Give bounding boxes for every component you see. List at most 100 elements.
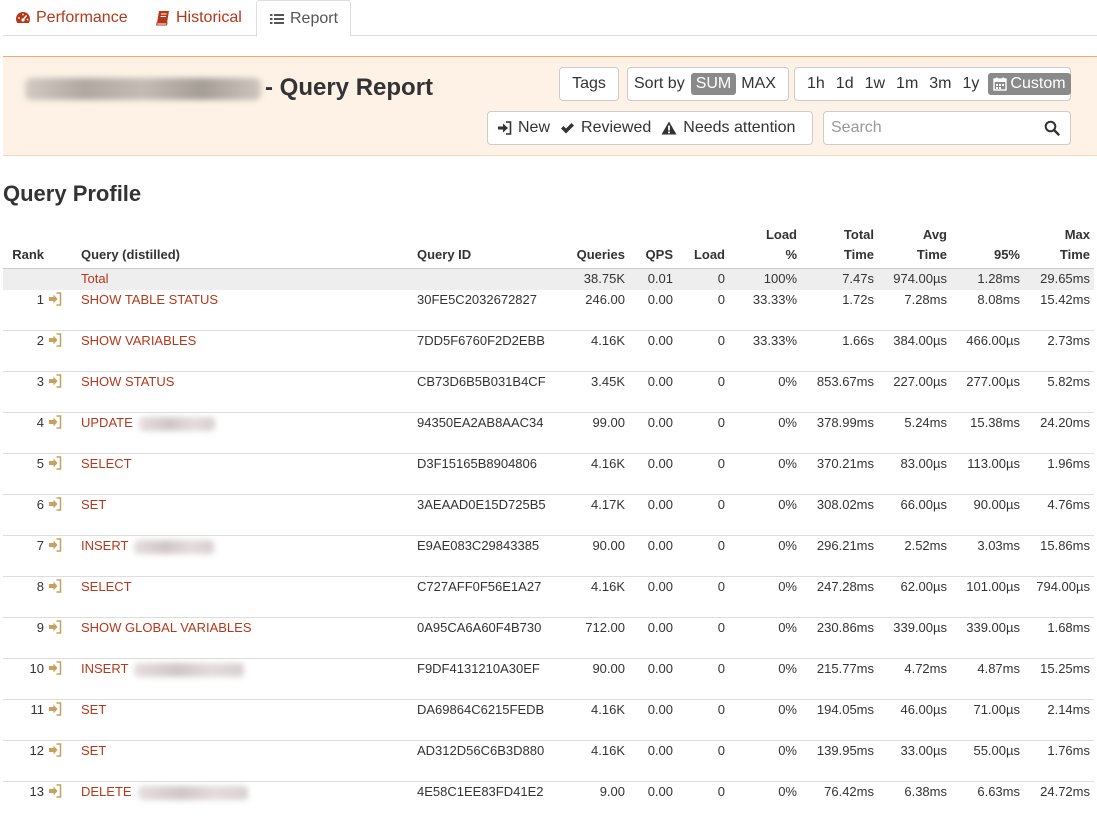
sign-in-icon[interactable] [48,743,62,757]
col-total-time[interactable]: Total Time [801,225,878,269]
query-link[interactable]: DELETE [81,784,132,799]
rank-cell: 1 [36,291,44,307]
query-cell: DELETE [81,781,417,823]
col-load-pct[interactable]: Load% [729,225,801,269]
icon-cell [48,330,81,372]
avg-time-cell: 66.00µs [878,494,951,536]
range-1m-button[interactable]: 1m [891,73,923,95]
table-row[interactable]: 9 SHOW GLOBAL VARIABLES 0A95CA6A60F4B730 71… [3,617,1094,659]
sign-in-icon[interactable] [48,579,62,593]
table-row[interactable]: 10 INSERT F9DF4131210A30EF 90.00 0.00 0 0% 215.… [3,658,1094,700]
sort-control: Sort by SUM MAX [627,67,789,101]
sort-max-button[interactable]: MAX [736,73,781,95]
filter-new-button[interactable]: New [497,119,550,137]
sign-in-icon[interactable] [48,291,62,306]
query-link[interactable]: INSERT [81,538,128,553]
load-pct-cell: 0% [729,453,801,495]
table-row[interactable]: 4 UPDATE 94350EA2AB8AAC34 99.00 0.00 0 0% 378.9… [3,412,1094,454]
sign-in-icon[interactable] [48,538,62,552]
query-link[interactable]: SHOW TABLE STATUS [81,292,218,307]
sign-in-icon[interactable] [48,374,62,388]
table-row[interactable]: 6 SET 3AEAAD0E15D725B5 4.17K 0.00 0 0% 308.02ms… [3,494,1094,536]
col-load[interactable]: Load [677,225,729,269]
query-link[interactable]: UPDATE [81,415,133,430]
tab-report[interactable]: Report [256,0,351,37]
query-link[interactable]: SELECT [81,579,132,594]
range-custom-button[interactable]: Custom [988,73,1071,95]
max-time-cell: 1.68ms [1024,617,1094,659]
rank-cell: 10 [3,658,48,700]
tab-historical[interactable]: Historical [155,0,242,36]
table-row[interactable]: 7 INSERT E9AE083C29843385 90.00 0.00 0 0% 296.2… [3,535,1094,577]
table-row[interactable]: 12 SET AD312D56C6B3D880 4.16K 0.00 0 0% 139.95m… [3,740,1094,782]
query-link[interactable]: SHOW GLOBAL VARIABLES [81,620,252,635]
total-avg-time: 974.00µs [878,268,951,290]
sign-in-icon[interactable] [48,333,62,347]
query-link[interactable]: INSERT [81,661,128,676]
total-label[interactable]: Total [81,268,417,290]
filter-needs-attention-button[interactable]: Needs attention [661,119,795,137]
query-link[interactable]: SELECT [81,456,132,471]
col-p95[interactable]: 95% [951,225,1024,269]
total-time-cell: 139.95ms [801,740,878,782]
query-link[interactable]: SHOW STATUS [81,374,174,389]
query-profile-table: Rank Query (distilled) Query ID Queries … [3,225,1094,823]
p95-cell: 6.63ms [951,781,1024,823]
load-pct-cell: 0% [729,699,801,741]
range-1h-button[interactable]: 1h [802,73,830,95]
tags-button[interactable]: Tags [559,67,619,101]
range-1y-button[interactable]: 1y [958,73,985,95]
search-input[interactable] [824,112,1034,144]
query-link[interactable]: SHOW VARIABLES [81,333,196,348]
total-icon-cell [48,268,81,290]
col-avg-time[interactable]: Avg Time [878,225,951,269]
range-1d-button[interactable]: 1d [831,73,859,95]
max-time-cell: 15.42ms [1040,291,1090,307]
query-link[interactable]: SET [81,497,106,512]
avg-time-cell: 46.00µs [878,699,951,741]
custom-label: Custom [1010,75,1066,92]
query-link[interactable]: SET [81,702,106,717]
range-3m-button[interactable]: 3m [924,73,956,95]
sort-sum-button[interactable]: SUM [690,73,737,95]
tab-performance[interactable]: Performance [15,0,128,36]
sign-in-icon[interactable] [48,456,62,470]
col-qps[interactable]: QPS [629,225,677,269]
col-max-time[interactable]: Max Time [1024,225,1094,269]
rank-cell: 11 [3,699,48,741]
query-link[interactable]: SET [81,743,106,758]
rank-cell: 13 [3,781,48,823]
icon-cell [48,535,81,577]
col-query-id[interactable]: Query ID [417,225,557,269]
table-row[interactable]: 5 SELECT D3F15165B8904806 4.16K 0.00 0 0% 370.2… [3,453,1094,495]
table-row[interactable]: 11 SET DA69864C6215FEDB 4.16K 0.00 0 0% 194.05m… [3,699,1094,741]
load-pct-cell: 0% [729,371,801,413]
table-row[interactable]: 13 DELETE 4E58C1EE83FD41E2 9.00 0.00 0 0% 76.42… [3,781,1094,823]
table-row[interactable]: 1 SHOW TABLE STATUS 30FE5C2032672827 246.00… [3,290,1094,331]
tab-report-label: Report [289,9,339,27]
query-id-cell: 4E58C1EE83FD41E2 [417,781,557,823]
total-qps: 0.01 [629,268,677,290]
sign-in-icon[interactable] [48,784,62,798]
col-rank[interactable]: Rank [3,225,48,269]
nav-tabs: Performance Historical Report [3,0,1097,37]
max-time-cell: 5.82ms [1024,371,1094,413]
col-query[interactable]: Query (distilled) [81,225,417,269]
col-rank-label: Rank [12,247,44,262]
range-1w-button[interactable]: 1w [860,73,890,95]
p95-cell: 277.00µs [951,371,1024,413]
table-row[interactable]: 2 SHOW VARIABLES 7DD5F6760F2D2EBB 4.16K 0.00… [3,330,1094,372]
search-icon[interactable] [1044,120,1060,136]
sign-in-icon[interactable] [48,497,62,511]
table-row[interactable]: 3 SHOW STATUS CB73D6B5B031B4CF 3.45K 0.00 0 0%… [3,371,1094,413]
total-load-pct: 100% [729,268,801,290]
filter-reviewed-button[interactable]: Reviewed [560,119,651,137]
queries-cell: 3.45K [557,371,629,413]
sign-in-icon[interactable] [48,415,62,429]
sign-in-icon[interactable] [48,702,62,716]
sign-in-icon[interactable] [48,620,62,634]
table-row[interactable]: 8 SELECT C727AFF0F56E1A27 4.16K 0.00 0 0% 247.2… [3,576,1094,618]
sign-in-icon[interactable] [48,661,62,675]
load-pct-cell: 0% [729,781,801,823]
col-queries[interactable]: Queries [557,225,629,269]
